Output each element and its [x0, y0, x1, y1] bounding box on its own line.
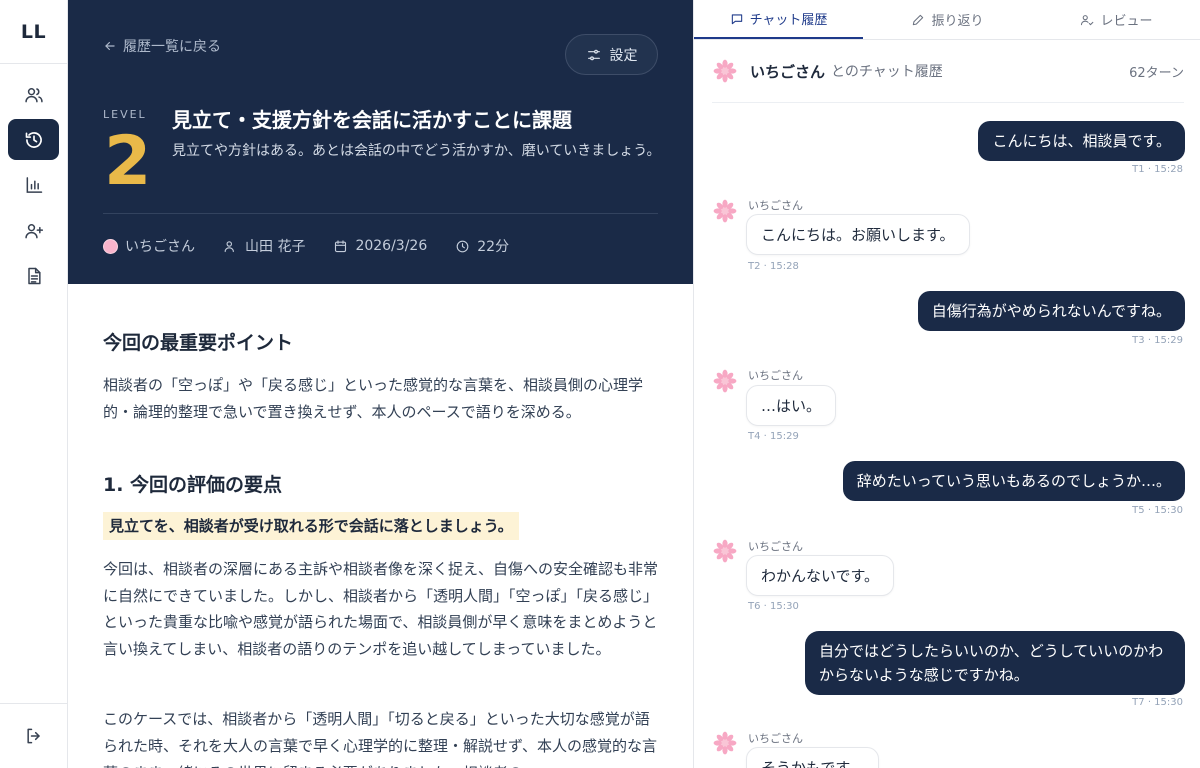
pencil-icon: [913, 14, 924, 25]
meta-date-label: 2026/3/26: [355, 238, 428, 254]
meta-counselor-label: 山田 花子: [245, 239, 306, 255]
client-avatar-icon: [713, 369, 737, 393]
level-label: LEVEL: [103, 108, 147, 121]
nav-users-icon[interactable]: [8, 74, 59, 115]
message-timestamp: T2 · 15:28: [748, 261, 799, 272]
user-message: 自分ではどうしたらいいのか、どうしていいのかわからないような感じですかね。: [805, 631, 1185, 695]
tab-review-label: レビュー: [1100, 14, 1153, 29]
side-panel: チャット履歴 振り返り レビュー いちごさん とのチャット履歴 62ターン こん…: [693, 0, 1200, 768]
chat-client-name: いちごさん: [750, 62, 826, 81]
client-message: そうかもです。: [746, 747, 879, 768]
app-logo[interactable]: LL: [0, 0, 67, 64]
tab-reflection[interactable]: 振り返り: [863, 0, 1032, 39]
tab-chat-history-label: チャット履歴: [749, 13, 828, 28]
client-avatar-icon: [713, 539, 737, 563]
message-timestamp: T4 · 15:29: [748, 431, 799, 442]
sender-name: いちごさん: [748, 369, 803, 382]
nav-user-plus-icon[interactable]: [8, 210, 59, 251]
header-divider: [103, 213, 658, 214]
chat-subtitle: とのチャット履歴: [831, 64, 943, 80]
nav-document-icon[interactable]: [8, 255, 59, 296]
level-description: 見立てや方針はある。あとは会話の中でどう活かすか、磨いていきましょう。: [172, 143, 661, 159]
tab-chat-history[interactable]: チャット履歴: [694, 0, 863, 39]
sidebar: LL: [0, 0, 68, 768]
clock-icon: [456, 240, 469, 252]
sender-name: いちごさん: [748, 732, 803, 745]
back-link[interactable]: 履歴一覧に戻る: [103, 36, 221, 56]
logout-button[interactable]: [0, 703, 67, 768]
client-avatar-icon: [713, 59, 737, 83]
client-message: こんにちは。お願いします。: [746, 214, 970, 255]
eval-heading: 1. 今回の評価の要点: [103, 474, 283, 496]
eval-paragraph-1: 今回は、相談者の深層にある主訴や相談者像を深く捉え、自傷への安全確認も非常に自然…: [103, 560, 659, 658]
user-review-icon: [1081, 14, 1094, 25]
eval-paragraph-2: このケースでは、相談者から「透明人間」「切ると戻る」といった大切な感覚が語られた…: [103, 710, 657, 768]
chat-icon: [731, 13, 742, 24]
message-timestamp: T7 · 15:30: [1132, 697, 1183, 708]
user-icon: [224, 240, 234, 252]
arrow-left-icon: [105, 41, 115, 51]
review-header: 履歴一覧に戻る 設定 LEVEL 2 見立て・支援方針を会話に活かすことに課題 …: [68, 0, 693, 284]
back-link-label: 履歴一覧に戻る: [123, 39, 221, 55]
meta-client: いちごさん: [103, 236, 195, 256]
sender-name: いちごさん: [748, 199, 803, 212]
meta-counselor: 山田 花子: [223, 236, 305, 256]
session-meta: いちごさん 山田 花子 2026/3/26 22分: [103, 236, 509, 256]
meta-duration-label: 22分: [477, 239, 510, 255]
meta-duration: 22分: [455, 236, 509, 256]
chat-header: いちごさん とのチャット履歴 62ターン: [712, 58, 1184, 84]
client-avatar-icon: [713, 199, 737, 223]
turn-count: 62ターン: [1129, 65, 1184, 81]
client-avatar-icon: [713, 731, 737, 755]
user-message: 自傷行為がやめられないんですね。: [917, 291, 1185, 331]
user-message: こんにちは、相談員です。: [978, 121, 1185, 161]
tab-reflection-label: 振り返り: [931, 14, 984, 29]
logout-icon: [26, 728, 40, 744]
message-timestamp: T6 · 15:30: [748, 601, 799, 612]
client-avatar-dot: [103, 238, 118, 254]
main-content: 履歴一覧に戻る 設定 LEVEL 2 見立て・支援方針を会話に活かすことに課題 …: [68, 0, 693, 768]
sender-name: いちごさん: [748, 540, 803, 553]
nav-history-icon[interactable]: [8, 119, 59, 160]
tab-review[interactable]: レビュー: [1032, 0, 1200, 39]
meta-client-label: いちごさん: [125, 239, 195, 255]
settings-label: 設定: [609, 47, 638, 64]
client-message: わかんないです。: [746, 555, 895, 596]
message-timestamp: T3 · 15:29: [1132, 335, 1183, 346]
sliders-icon: [587, 49, 600, 60]
chat-divider: [712, 102, 1184, 103]
message-timestamp: T5 · 15:30: [1132, 505, 1183, 516]
user-message: 辞めたいっていう思いもあるのでしょうか…。: [842, 461, 1185, 501]
eval-highlight: 見立てを、相談者が受け取れる形で会話に落としましょう。: [103, 512, 519, 540]
level-title: 見立て・支援方針を会話に活かすことに課題: [172, 108, 572, 132]
message-timestamp: T1 · 15:28: [1132, 164, 1183, 175]
level-number: 2: [104, 122, 152, 201]
settings-button[interactable]: 設定: [565, 34, 658, 75]
nav-chart-icon[interactable]: [8, 164, 59, 205]
point-text: 相談者の「空っぽ」や「戻る感じ」といった感覚的な言葉を、相談員側の心理学的・論理…: [103, 376, 644, 421]
meta-date: 2026/3/26: [333, 238, 427, 254]
calendar-icon: [335, 239, 347, 252]
point-heading: 今回の最重要ポイント: [103, 332, 294, 354]
client-message: …はい。: [746, 385, 837, 426]
panel-tabs: チャット履歴 振り返り レビュー: [694, 0, 1200, 40]
